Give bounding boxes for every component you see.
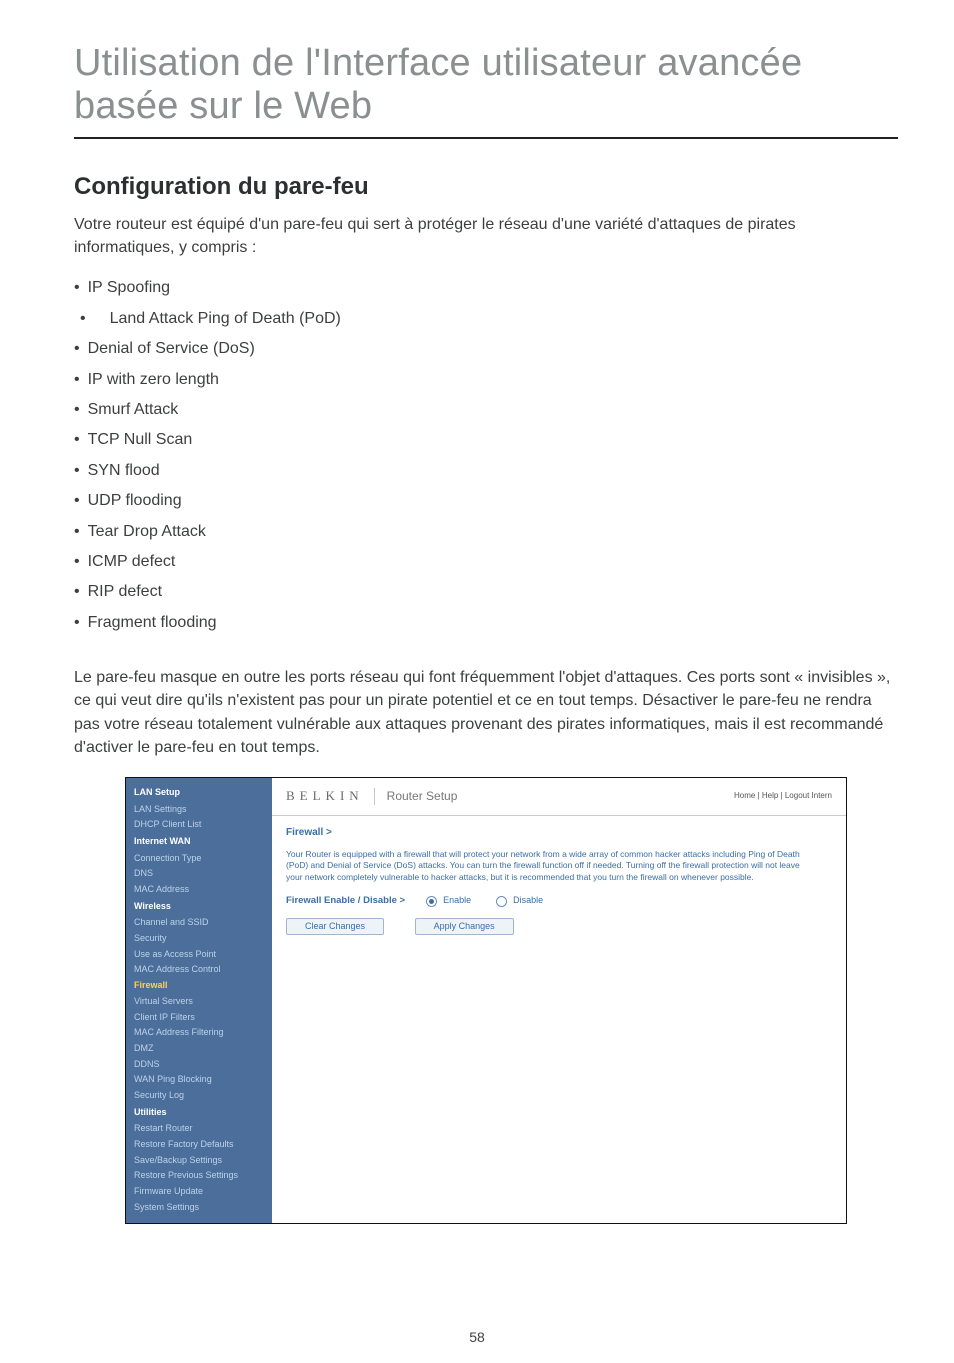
radio-disable-label[interactable]: Disable [513, 895, 543, 905]
title-line-2: basée sur le Web [74, 85, 372, 127]
sidebar-item[interactable]: Security Log [126, 1088, 272, 1104]
sidebar-group-wireless[interactable]: Wireless [126, 898, 272, 916]
list-item: •RIP defect [74, 577, 898, 607]
sidebar-item[interactable]: Virtual Servers [126, 994, 272, 1010]
sidebar-item[interactable]: MAC Address [126, 882, 272, 898]
sidebar-item[interactable]: Channel and SSID [126, 915, 272, 931]
list-item: •TCP Null Scan [74, 425, 898, 455]
apply-changes-button[interactable]: Apply Changes [415, 918, 514, 936]
list-item: •ICMP defect [74, 547, 898, 577]
sidebar-group-lan[interactable]: LAN Setup [126, 784, 272, 802]
top-links[interactable]: Home | Help | Logout Intern [734, 791, 832, 801]
router-sidebar: LAN Setup LAN Settings DHCP Client List … [126, 778, 272, 1224]
list-item: •Tear Drop Attack [74, 517, 898, 547]
document-page: Utilisation de l'Interface utilisateur a… [0, 0, 954, 1363]
body-paragraph: Le pare-feu masque en outre les ports ré… [74, 666, 898, 759]
sidebar-item[interactable]: DNS [126, 866, 272, 882]
list-item: •Fragment flooding [74, 608, 898, 638]
sidebar-item[interactable]: Connection Type [126, 851, 272, 867]
radio-enable[interactable] [426, 896, 437, 907]
sidebar-item[interactable]: MAC Address Filtering [126, 1025, 272, 1041]
page-title: Utilisation de l'Interface utilisateur a… [74, 42, 898, 127]
list-item: •Land Attack Ping of Death (PoD) [74, 304, 898, 334]
intro-paragraph: Votre routeur est équipé d'un pare-feu q… [74, 213, 898, 259]
toggle-label: Firewall Enable / Disable > [286, 895, 405, 907]
sidebar-item[interactable]: Firmware Update [126, 1184, 272, 1200]
radio-enable-label[interactable]: Enable [443, 895, 471, 905]
sidebar-item[interactable]: Client IP Filters [126, 1010, 272, 1026]
sidebar-group-utilities[interactable]: Utilities [126, 1104, 272, 1122]
sidebar-item[interactable]: MAC Address Control [126, 962, 272, 978]
brand-logo: BELKIN [286, 788, 375, 805]
router-title: Router Setup [375, 789, 734, 805]
router-header: BELKIN Router Setup Home | Help | Logout… [272, 778, 846, 816]
sidebar-item[interactable]: Use as Access Point [126, 947, 272, 963]
sidebar-item[interactable]: WAN Ping Blocking [126, 1072, 272, 1088]
title-line-1: Utilisation de l'Interface utilisateur a… [74, 42, 802, 84]
radio-disable[interactable] [496, 896, 507, 907]
sidebar-item[interactable]: DDNS [126, 1057, 272, 1073]
router-main: BELKIN Router Setup Home | Help | Logout… [272, 778, 846, 1224]
router-admin-screenshot: LAN Setup LAN Settings DHCP Client List … [125, 777, 847, 1225]
firewall-desc: Your Router is equipped with a firewall … [286, 849, 806, 883]
list-item: •IP with zero length [74, 365, 898, 395]
sidebar-item[interactable]: Restore Factory Defaults [126, 1137, 272, 1153]
page-number: 58 [0, 1329, 954, 1345]
sidebar-item[interactable]: DMZ [126, 1041, 272, 1057]
sidebar-group-firewall[interactable]: Firewall [126, 978, 272, 994]
list-item: •Smurf Attack [74, 395, 898, 425]
router-content: Firewall > Your Router is equipped with … [272, 816, 846, 946]
sidebar-group-wan[interactable]: Internet WAN [126, 833, 272, 851]
button-row: Clear Changes Apply Changes [286, 918, 832, 936]
list-item: •Denial of Service (DoS) [74, 334, 898, 364]
section-heading: Configuration du pare-feu [74, 173, 898, 201]
list-item: •IP Spoofing [74, 273, 898, 303]
sidebar-item[interactable]: Save/Backup Settings [126, 1153, 272, 1169]
sidebar-item[interactable]: DHCP Client List [126, 817, 272, 833]
attack-list: •IP Spoofing •Land Attack Ping of Death … [74, 273, 898, 638]
breadcrumb: Firewall > [286, 826, 832, 839]
firewall-toggle-row: Firewall Enable / Disable > Enable Disab… [286, 895, 832, 908]
sidebar-item[interactable]: Restart Router [126, 1121, 272, 1137]
clear-changes-button[interactable]: Clear Changes [286, 918, 384, 936]
sidebar-item[interactable]: LAN Settings [126, 802, 272, 818]
sidebar-item[interactable]: System Settings [126, 1200, 272, 1216]
title-underline [74, 137, 898, 139]
sidebar-item[interactable]: Restore Previous Settings [126, 1168, 272, 1184]
list-item: •SYN flood [74, 456, 898, 486]
sidebar-item[interactable]: Security [126, 931, 272, 947]
list-item: •UDP flooding [74, 486, 898, 516]
